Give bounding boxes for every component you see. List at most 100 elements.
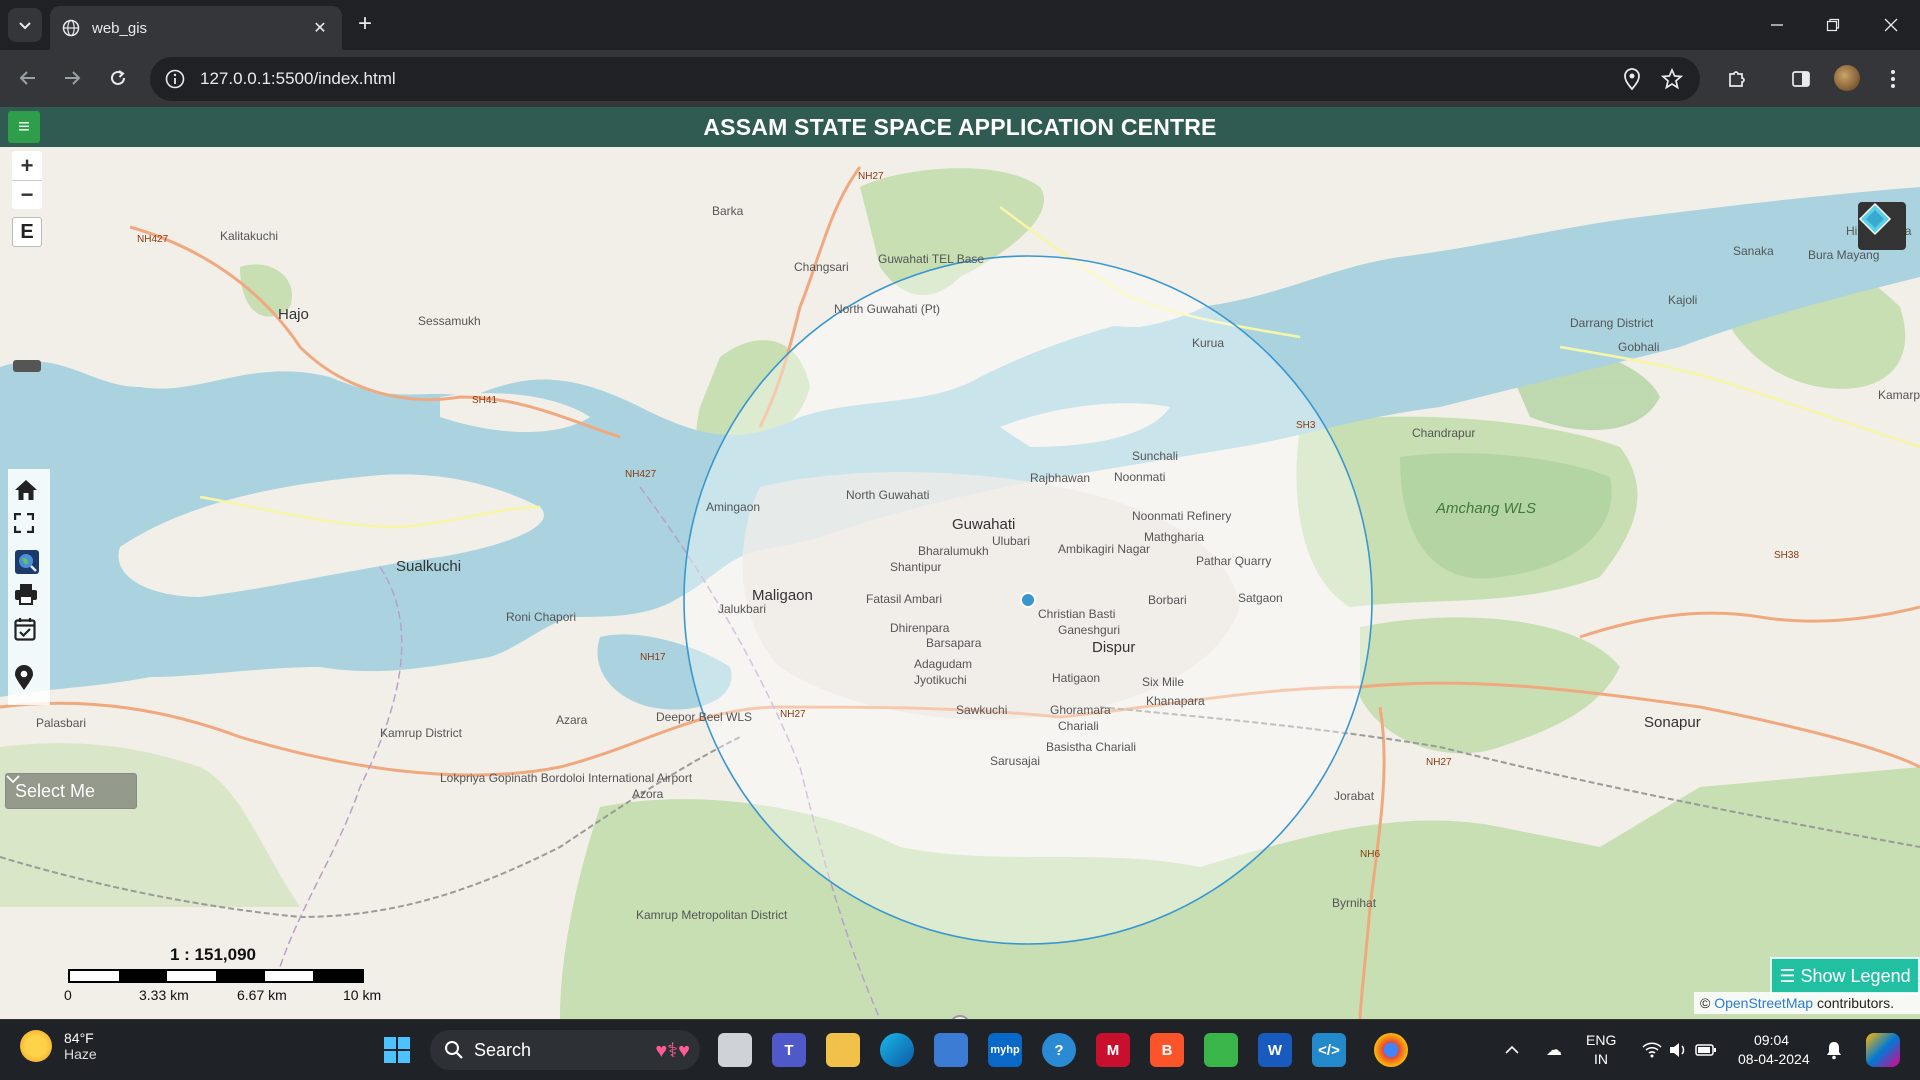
reload-icon[interactable] (102, 62, 134, 94)
layer-select-dropdown[interactable]: Select Me (5, 773, 137, 809)
file-explorer-icon[interactable] (826, 1033, 860, 1067)
home-icon[interactable] (14, 479, 42, 507)
map-place-label: Barka (712, 204, 744, 218)
scale-label-3: 10 km (343, 987, 382, 1003)
browser-tab[interactable]: web_gis ✕ (50, 6, 342, 50)
onedrive-cloud-icon[interactable]: ☁ (1542, 1038, 1566, 1062)
map-place-label: Sawkuchi (956, 703, 1007, 717)
app-header: ≡ ASSAM STATE SPACE APPLICATION CENTRE (0, 107, 1920, 147)
page-title: ASSAM STATE SPACE APPLICATION CENTRE (703, 113, 1217, 140)
map-place-label: Kalitakuchi (220, 229, 278, 243)
map-place-label: Satgaon (1238, 591, 1283, 605)
scale-label-1: 3.33 km (139, 987, 189, 1003)
map-place-label: Bharalumukh (918, 544, 989, 558)
zoom-in-button[interactable]: + (12, 151, 42, 180)
clock-time[interactable]: 09:04 (1754, 1032, 1789, 1048)
zoom-out-button[interactable]: − (12, 180, 42, 209)
store-icon[interactable] (934, 1033, 968, 1067)
scale-bar (68, 969, 364, 983)
brave-icon[interactable]: B (1150, 1033, 1184, 1067)
globe-search-icon[interactable] (14, 549, 42, 577)
map-place-label: Chariali (1058, 719, 1099, 733)
map-place-label: NH17 (640, 652, 666, 663)
minimize-icon[interactable] (1762, 10, 1792, 40)
windows-start-icon[interactable] (380, 1033, 414, 1067)
restore-icon[interactable] (1818, 10, 1848, 40)
map-place-label: Borbari (1148, 593, 1187, 607)
weather-widget[interactable]: 84°F Haze (20, 1030, 97, 1062)
map-place-label: Ambikagiri Nagar (1058, 542, 1150, 556)
map-place-label: NH6 (1360, 849, 1380, 860)
copilot-icon[interactable] (1866, 1033, 1900, 1067)
map-place-label: Jyotikuchi (914, 673, 967, 687)
map-canvas[interactable]: Barka NH27 Kalitakuchi NH427 Changsari Guwaha… (0, 147, 1920, 1019)
close-window-icon[interactable] (1876, 10, 1906, 40)
show-hidden-icons-chevron-icon[interactable] (1500, 1038, 1524, 1062)
print-icon[interactable] (14, 583, 42, 611)
scale-ratio: 1 : 151,090 (170, 945, 257, 964)
edit-button[interactable]: E (12, 217, 42, 247)
tab-close-icon[interactable]: ✕ (310, 18, 330, 38)
qgis-icon[interactable] (1204, 1033, 1238, 1067)
tab-title: web_gis (92, 19, 148, 37)
extensions-puzzle-icon[interactable] (1724, 66, 1750, 92)
map-attribution: © OpenStreetMap contributors. (1694, 992, 1920, 1014)
taskbar: 84°F Haze Search ♥⚕♥ T myhp ? M B W </> … (0, 1019, 1920, 1080)
haze-sun-icon (20, 1030, 52, 1062)
site-info-icon[interactable] (164, 68, 186, 90)
back-arrow-icon[interactable] (12, 62, 44, 94)
map-place-label: Kamarpur (1878, 388, 1920, 402)
taskbar-search[interactable]: Search ♥⚕♥ (430, 1030, 700, 1070)
map-place-label: Rajbhawan (1030, 471, 1090, 485)
help-icon[interactable]: ? (1042, 1033, 1076, 1067)
show-legend-button[interactable]: ☰ Show Legend (1770, 957, 1920, 995)
hearts-stethoscope-icon: ♥⚕♥ (655, 1039, 690, 1062)
map-tool-sidebar (8, 469, 50, 705)
battery-icon[interactable] (1694, 1038, 1718, 1062)
new-tab-plus-icon[interactable]: + (352, 12, 378, 38)
word-icon[interactable]: W (1258, 1033, 1292, 1067)
calendar-check-icon[interactable] (14, 617, 42, 645)
map-place-label: Deepor Beel WLS (656, 710, 752, 724)
openstreetmap-link[interactable]: OpenStreetMap (1714, 995, 1813, 1011)
hamburger-menu-icon[interactable]: ≡ (8, 111, 40, 143)
map-place-label: Noonmati Refinery (1132, 509, 1231, 523)
teams-icon[interactable]: T (772, 1033, 806, 1067)
basemap-layers-icon[interactable] (1858, 202, 1906, 250)
map-marker-icon[interactable] (14, 665, 42, 693)
volume-icon[interactable] (1666, 1038, 1690, 1062)
map-place-label: Mathgharia (1144, 530, 1204, 544)
scale-label-2: 6.67 km (237, 987, 287, 1003)
map-place-label: Amingaon (706, 500, 760, 514)
bookmark-star-icon[interactable] (1660, 67, 1684, 91)
mcafee-icon[interactable]: M (1096, 1033, 1130, 1067)
myhp-icon[interactable]: myhp (988, 1033, 1022, 1067)
chrome-icon[interactable] (1374, 1033, 1408, 1067)
wifi-icon[interactable] (1640, 1038, 1664, 1062)
address-bar[interactable]: 127.0.0.1:5500/index.html (150, 57, 1700, 101)
map-place-label: Adagudam (914, 657, 972, 671)
task-view-icon[interactable] (718, 1033, 752, 1067)
tab-list-chevron-icon[interactable] (8, 8, 42, 42)
map-place-label: Hatigaon (1052, 671, 1100, 685)
notification-bell-icon[interactable] (1822, 1038, 1846, 1062)
map-place-label: Khanapara (1146, 694, 1205, 708)
language-top[interactable]: ENG (1586, 1032, 1616, 1048)
language-bottom[interactable]: IN (1594, 1051, 1608, 1067)
map-place-label: Bura Mayang (1808, 248, 1879, 262)
browser-toolbar: 127.0.0.1:5500/index.html (0, 50, 1920, 107)
location-pin-icon[interactable] (1620, 67, 1644, 91)
scale-label-0: 0 (64, 987, 72, 1003)
search-icon (445, 1041, 463, 1059)
measure-button[interactable] (13, 360, 41, 372)
forward-arrow-icon[interactable] (56, 62, 88, 94)
edge-icon[interactable] (880, 1033, 914, 1067)
side-panel-icon[interactable] (1788, 66, 1814, 92)
clock-date[interactable]: 08-04-2024 (1738, 1051, 1810, 1067)
fullscreen-icon[interactable] (14, 513, 42, 541)
browser-menu-icon[interactable] (1880, 66, 1906, 92)
vscode-icon[interactable]: </> (1312, 1033, 1346, 1067)
profile-avatar[interactable] (1834, 65, 1860, 91)
map-place-label: Ulubari (992, 534, 1030, 548)
map-place-label: Ghoramara (1050, 703, 1111, 717)
